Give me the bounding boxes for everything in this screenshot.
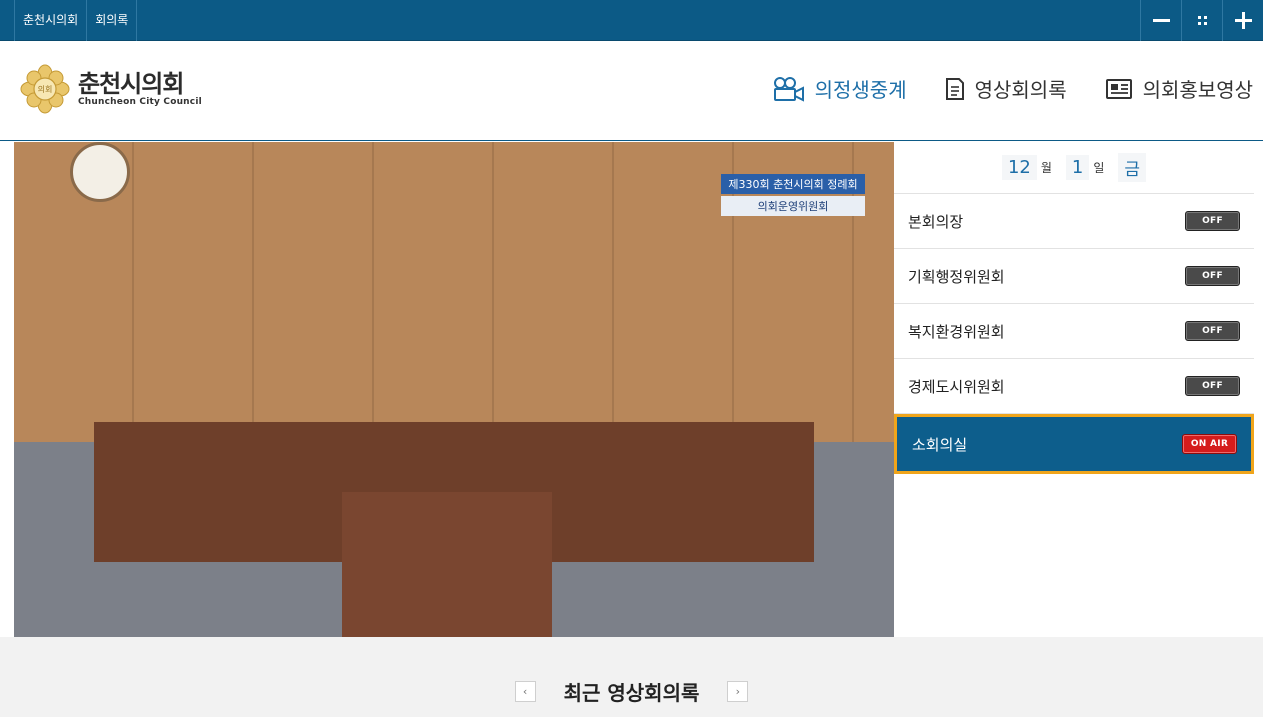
video-caption-session: 제330회 춘천시의회 정례회 <box>721 174 865 194</box>
chevron-right-icon: › <box>735 685 741 698</box>
council-emblem-icon: 의회 <box>20 64 70 114</box>
minus-icon <box>1153 19 1170 22</box>
top-links: 춘천시의회 회의록 <box>14 0 138 41</box>
video-caption-committee: 의회운영위원회 <box>721 196 865 216</box>
grid-button[interactable] <box>1181 0 1222 41</box>
top-link-minutes[interactable]: 회의록 <box>86 0 138 41</box>
nav-video-minutes[interactable]: 영상회의록 <box>945 74 1067 103</box>
live-video-player[interactable]: 제330회 춘천시의회 정례회 의회운영위원회 <box>14 142 894 637</box>
video-frame-podium <box>342 492 552 637</box>
date-weekday: 금 <box>1118 153 1147 182</box>
room-name: 복지환경위원회 <box>908 322 1005 341</box>
next-button[interactable]: › <box>727 681 749 702</box>
room-name: 기획행정위원회 <box>908 267 1005 286</box>
room-plenary-hall[interactable]: 본회의장 OFF <box>894 194 1254 249</box>
room-economy-urban[interactable]: 경제도시위원회 OFF <box>894 359 1254 414</box>
top-utility-bar: 춘천시의회 회의록 <box>0 0 1263 41</box>
logo-korean: 춘천시의회 <box>78 70 184 98</box>
status-badge: OFF <box>1185 376 1240 396</box>
video-caption: 제330회 춘천시의회 정례회 의회운영위원회 <box>721 174 865 216</box>
date-day-unit: 일 <box>1093 161 1105 175</box>
recent-header: ‹ 최근 영상회의록 › <box>0 677 1263 706</box>
room-name: 본회의장 <box>908 212 964 231</box>
site-logo[interactable]: 의회 춘천시의회 Chuncheon City Council <box>20 64 202 114</box>
nav-label: 의정생중계 <box>814 78 907 102</box>
view-controls <box>1140 0 1263 41</box>
logo-english: Chuncheon City Council <box>78 97 202 107</box>
date-month-unit: 월 <box>1040 161 1052 175</box>
zoom-in-button[interactable] <box>1222 0 1263 41</box>
on-air-badge: ON AIR <box>1182 434 1237 454</box>
zoom-out-button[interactable] <box>1140 0 1181 41</box>
broadcast-date: 12 월 1 일 금 <box>894 142 1254 194</box>
svg-text:의회: 의회 <box>38 84 53 94</box>
status-badge: OFF <box>1185 321 1240 341</box>
room-planning-admin[interactable]: 기획행정위원회 OFF <box>894 249 1254 304</box>
prev-button[interactable]: ‹ <box>514 681 536 702</box>
live-camera-icon <box>773 76 804 102</box>
logo-text: 춘천시의회 Chuncheon City Council <box>78 71 202 107</box>
room-name: 소회의실 <box>912 435 968 454</box>
document-icon <box>945 77 964 100</box>
nav-promo-video[interactable]: 의회홍보영상 <box>1105 74 1253 103</box>
status-badge: OFF <box>1185 211 1240 231</box>
date-day: 1 <box>1065 155 1090 180</box>
nav-label: 의회홍보영상 <box>1142 78 1253 102</box>
room-small-meeting[interactable]: 소회의실 ON AIR <box>894 414 1254 474</box>
nav-live-broadcast[interactable]: 의정생중계 <box>773 74 907 103</box>
broadcast-room-panel: 12 월 1 일 금 본회의장 OFF 기획행정위원회 OFF 복지환경위원회 … <box>894 142 1254 637</box>
room-welfare-environment[interactable]: 복지환경위원회 OFF <box>894 304 1254 359</box>
room-name: 경제도시위원회 <box>908 377 1005 396</box>
recent-section: ‹ 최근 영상회의록 › <box>0 637 1263 717</box>
date-month: 12 <box>1001 155 1037 180</box>
recent-title: 최근 영상회의록 <box>563 681 700 705</box>
video-frame-clock <box>70 142 130 202</box>
status-badge: OFF <box>1185 266 1240 286</box>
site-header: 의회 춘천시의회 Chuncheon City Council 의정생중계 영상… <box>0 41 1263 141</box>
top-link-council[interactable]: 춘천시의회 <box>14 0 88 41</box>
chevron-left-icon: ‹ <box>522 685 528 698</box>
newspaper-icon <box>1105 78 1132 99</box>
nav-label: 영상회의록 <box>974 78 1067 102</box>
main-nav: 의정생중계 영상회의록 의회홍보영상 <box>735 74 1253 103</box>
